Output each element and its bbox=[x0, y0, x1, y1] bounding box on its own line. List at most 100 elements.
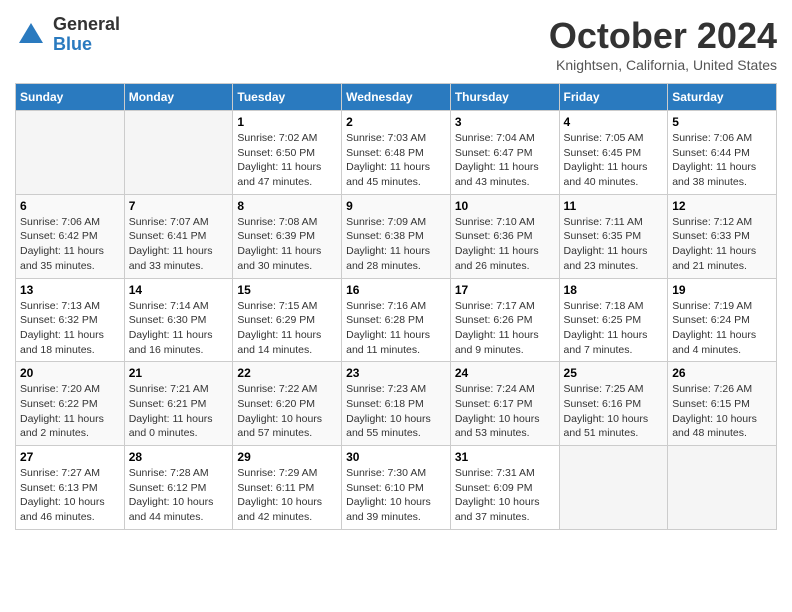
day-info: Sunrise: 7:29 AM Sunset: 6:11 PM Dayligh… bbox=[237, 466, 337, 525]
page-header: General Blue October 2024 Knightsen, Cal… bbox=[15, 15, 777, 73]
calendar-cell: 12Sunrise: 7:12 AM Sunset: 6:33 PM Dayli… bbox=[668, 194, 777, 278]
day-info: Sunrise: 7:06 AM Sunset: 6:42 PM Dayligh… bbox=[20, 215, 120, 274]
calendar-cell: 18Sunrise: 7:18 AM Sunset: 6:25 PM Dayli… bbox=[559, 278, 668, 362]
day-info: Sunrise: 7:24 AM Sunset: 6:17 PM Dayligh… bbox=[455, 382, 555, 441]
day-info: Sunrise: 7:09 AM Sunset: 6:38 PM Dayligh… bbox=[346, 215, 446, 274]
day-info: Sunrise: 7:02 AM Sunset: 6:50 PM Dayligh… bbox=[237, 131, 337, 190]
calendar-cell: 8 Sunrise: 7:08 AM Sunset: 6:39 PM Daylig… bbox=[233, 194, 342, 278]
day-info: Sunrise: 7:12 AM Sunset: 6:33 PM Dayligh… bbox=[672, 215, 772, 274]
day-number: 10 bbox=[455, 199, 555, 213]
day-info: Sunrise: 7:10 AM Sunset: 6:36 PM Dayligh… bbox=[455, 215, 555, 274]
day-number: 28 bbox=[129, 450, 229, 464]
day-number: 25 bbox=[564, 366, 664, 380]
day-info: Sunrise: 7:26 AM Sunset: 6:15 PM Dayligh… bbox=[672, 382, 772, 441]
calendar-cell: 29 Sunrise: 7:29 AM Sunset: 6:11 PM Dayli… bbox=[233, 446, 342, 530]
calendar-cell: 2Sunrise: 7:03 AM Sunset: 6:48 PM Daylig… bbox=[342, 111, 451, 195]
day-number: 31 bbox=[455, 450, 555, 464]
calendar-cell: 26 Sunrise: 7:26 AM Sunset: 6:15 PM Dayli… bbox=[668, 362, 777, 446]
day-number: 15 bbox=[237, 283, 337, 297]
month-title: October 2024 bbox=[549, 15, 777, 57]
logo-icon bbox=[15, 19, 47, 51]
day-info: Sunrise: 7:13 AM Sunset: 6:32 PM Dayligh… bbox=[20, 299, 120, 358]
location: Knightsen, California, United States bbox=[549, 57, 777, 73]
day-number: 1 bbox=[237, 115, 337, 129]
calendar-cell: 16Sunrise: 7:16 AM Sunset: 6:28 PM Dayli… bbox=[342, 278, 451, 362]
day-info: Sunrise: 7:30 AM Sunset: 6:10 PM Dayligh… bbox=[346, 466, 446, 525]
day-info: Sunrise: 7:08 AM Sunset: 6:39 PM Dayligh… bbox=[237, 215, 337, 274]
calendar-header-row: SundayMondayTuesdayWednesdayThursdayFrid… bbox=[16, 84, 777, 111]
logo-general: General bbox=[53, 15, 120, 35]
day-info: Sunrise: 7:05 AM Sunset: 6:45 PM Dayligh… bbox=[564, 131, 664, 190]
day-number: 4 bbox=[564, 115, 664, 129]
week-row-1: 6 Sunrise: 7:06 AM Sunset: 6:42 PM Daylig… bbox=[16, 194, 777, 278]
calendar-cell bbox=[668, 446, 777, 530]
calendar-cell: 23 Sunrise: 7:23 AM Sunset: 6:18 PM Dayli… bbox=[342, 362, 451, 446]
header-friday: Friday bbox=[559, 84, 668, 111]
day-number: 16 bbox=[346, 283, 446, 297]
day-number: 9 bbox=[346, 199, 446, 213]
day-number: 24 bbox=[455, 366, 555, 380]
day-number: 18 bbox=[564, 283, 664, 297]
day-number: 29 bbox=[237, 450, 337, 464]
calendar-cell: 17Sunrise: 7:17 AM Sunset: 6:26 PM Dayli… bbox=[450, 278, 559, 362]
day-number: 23 bbox=[346, 366, 446, 380]
calendar-cell bbox=[16, 111, 125, 195]
day-number: 13 bbox=[20, 283, 120, 297]
calendar-cell: 14 Sunrise: 7:14 AM Sunset: 6:30 PM Dayli… bbox=[124, 278, 233, 362]
calendar-cell: 20Sunrise: 7:20 AM Sunset: 6:22 PM Dayli… bbox=[16, 362, 125, 446]
day-info: Sunrise: 7:27 AM Sunset: 6:13 PM Dayligh… bbox=[20, 466, 120, 525]
day-number: 22 bbox=[237, 366, 337, 380]
day-info: Sunrise: 7:15 AM Sunset: 6:29 PM Dayligh… bbox=[237, 299, 337, 358]
day-info: Sunrise: 7:21 AM Sunset: 6:21 PM Dayligh… bbox=[129, 382, 229, 441]
title-section: October 2024 Knightsen, California, Unit… bbox=[549, 15, 777, 73]
day-info: Sunrise: 7:17 AM Sunset: 6:26 PM Dayligh… bbox=[455, 299, 555, 358]
day-number: 30 bbox=[346, 450, 446, 464]
day-info: Sunrise: 7:04 AM Sunset: 6:47 PM Dayligh… bbox=[455, 131, 555, 190]
calendar-cell: 13 Sunrise: 7:13 AM Sunset: 6:32 PM Dayli… bbox=[16, 278, 125, 362]
day-info: Sunrise: 7:25 AM Sunset: 6:16 PM Dayligh… bbox=[564, 382, 664, 441]
day-number: 6 bbox=[20, 199, 120, 213]
calendar-cell: 6 Sunrise: 7:06 AM Sunset: 6:42 PM Daylig… bbox=[16, 194, 125, 278]
header-saturday: Saturday bbox=[668, 84, 777, 111]
calendar-cell: 21Sunrise: 7:21 AM Sunset: 6:21 PM Dayli… bbox=[124, 362, 233, 446]
calendar-cell: 15 Sunrise: 7:15 AM Sunset: 6:29 PM Dayli… bbox=[233, 278, 342, 362]
calendar-cell: 7Sunrise: 7:07 AM Sunset: 6:41 PM Daylig… bbox=[124, 194, 233, 278]
calendar-cell: 10 Sunrise: 7:10 AM Sunset: 6:36 PM Dayli… bbox=[450, 194, 559, 278]
week-row-2: 13 Sunrise: 7:13 AM Sunset: 6:32 PM Dayli… bbox=[16, 278, 777, 362]
calendar-cell: 9 Sunrise: 7:09 AM Sunset: 6:38 PM Daylig… bbox=[342, 194, 451, 278]
day-number: 3 bbox=[455, 115, 555, 129]
calendar-cell: 28Sunrise: 7:28 AM Sunset: 6:12 PM Dayli… bbox=[124, 446, 233, 530]
calendar-cell: 31Sunrise: 7:31 AM Sunset: 6:09 PM Dayli… bbox=[450, 446, 559, 530]
calendar-cell: 30 Sunrise: 7:30 AM Sunset: 6:10 PM Dayli… bbox=[342, 446, 451, 530]
calendar-cell: 11 Sunrise: 7:11 AM Sunset: 6:35 PM Dayli… bbox=[559, 194, 668, 278]
day-info: Sunrise: 7:19 AM Sunset: 6:24 PM Dayligh… bbox=[672, 299, 772, 358]
day-info: Sunrise: 7:11 AM Sunset: 6:35 PM Dayligh… bbox=[564, 215, 664, 274]
calendar-cell: 5Sunrise: 7:06 AM Sunset: 6:44 PM Daylig… bbox=[668, 111, 777, 195]
day-info: Sunrise: 7:07 AM Sunset: 6:41 PM Dayligh… bbox=[129, 215, 229, 274]
day-number: 14 bbox=[129, 283, 229, 297]
calendar-cell: 19 Sunrise: 7:19 AM Sunset: 6:24 PM Dayli… bbox=[668, 278, 777, 362]
day-info: Sunrise: 7:22 AM Sunset: 6:20 PM Dayligh… bbox=[237, 382, 337, 441]
header-wednesday: Wednesday bbox=[342, 84, 451, 111]
day-number: 26 bbox=[672, 366, 772, 380]
day-info: Sunrise: 7:23 AM Sunset: 6:18 PM Dayligh… bbox=[346, 382, 446, 441]
day-number: 11 bbox=[564, 199, 664, 213]
calendar-table: SundayMondayTuesdayWednesdayThursdayFrid… bbox=[15, 83, 777, 530]
calendar-cell: 22 Sunrise: 7:22 AM Sunset: 6:20 PM Dayli… bbox=[233, 362, 342, 446]
day-info: Sunrise: 7:14 AM Sunset: 6:30 PM Dayligh… bbox=[129, 299, 229, 358]
calendar-cell: 24 Sunrise: 7:24 AM Sunset: 6:17 PM Dayli… bbox=[450, 362, 559, 446]
day-number: 8 bbox=[237, 199, 337, 213]
header-thursday: Thursday bbox=[450, 84, 559, 111]
header-monday: Monday bbox=[124, 84, 233, 111]
calendar-cell bbox=[559, 446, 668, 530]
day-number: 2 bbox=[346, 115, 446, 129]
logo-blue: Blue bbox=[53, 35, 120, 55]
week-row-4: 27 Sunrise: 7:27 AM Sunset: 6:13 PM Dayli… bbox=[16, 446, 777, 530]
day-number: 19 bbox=[672, 283, 772, 297]
day-info: Sunrise: 7:06 AM Sunset: 6:44 PM Dayligh… bbox=[672, 131, 772, 190]
logo-text: General Blue bbox=[53, 15, 120, 55]
day-number: 27 bbox=[20, 450, 120, 464]
calendar-cell: 3 Sunrise: 7:04 AM Sunset: 6:47 PM Daylig… bbox=[450, 111, 559, 195]
calendar-cell: 27 Sunrise: 7:27 AM Sunset: 6:13 PM Dayli… bbox=[16, 446, 125, 530]
calendar-cell: 4 Sunrise: 7:05 AM Sunset: 6:45 PM Daylig… bbox=[559, 111, 668, 195]
